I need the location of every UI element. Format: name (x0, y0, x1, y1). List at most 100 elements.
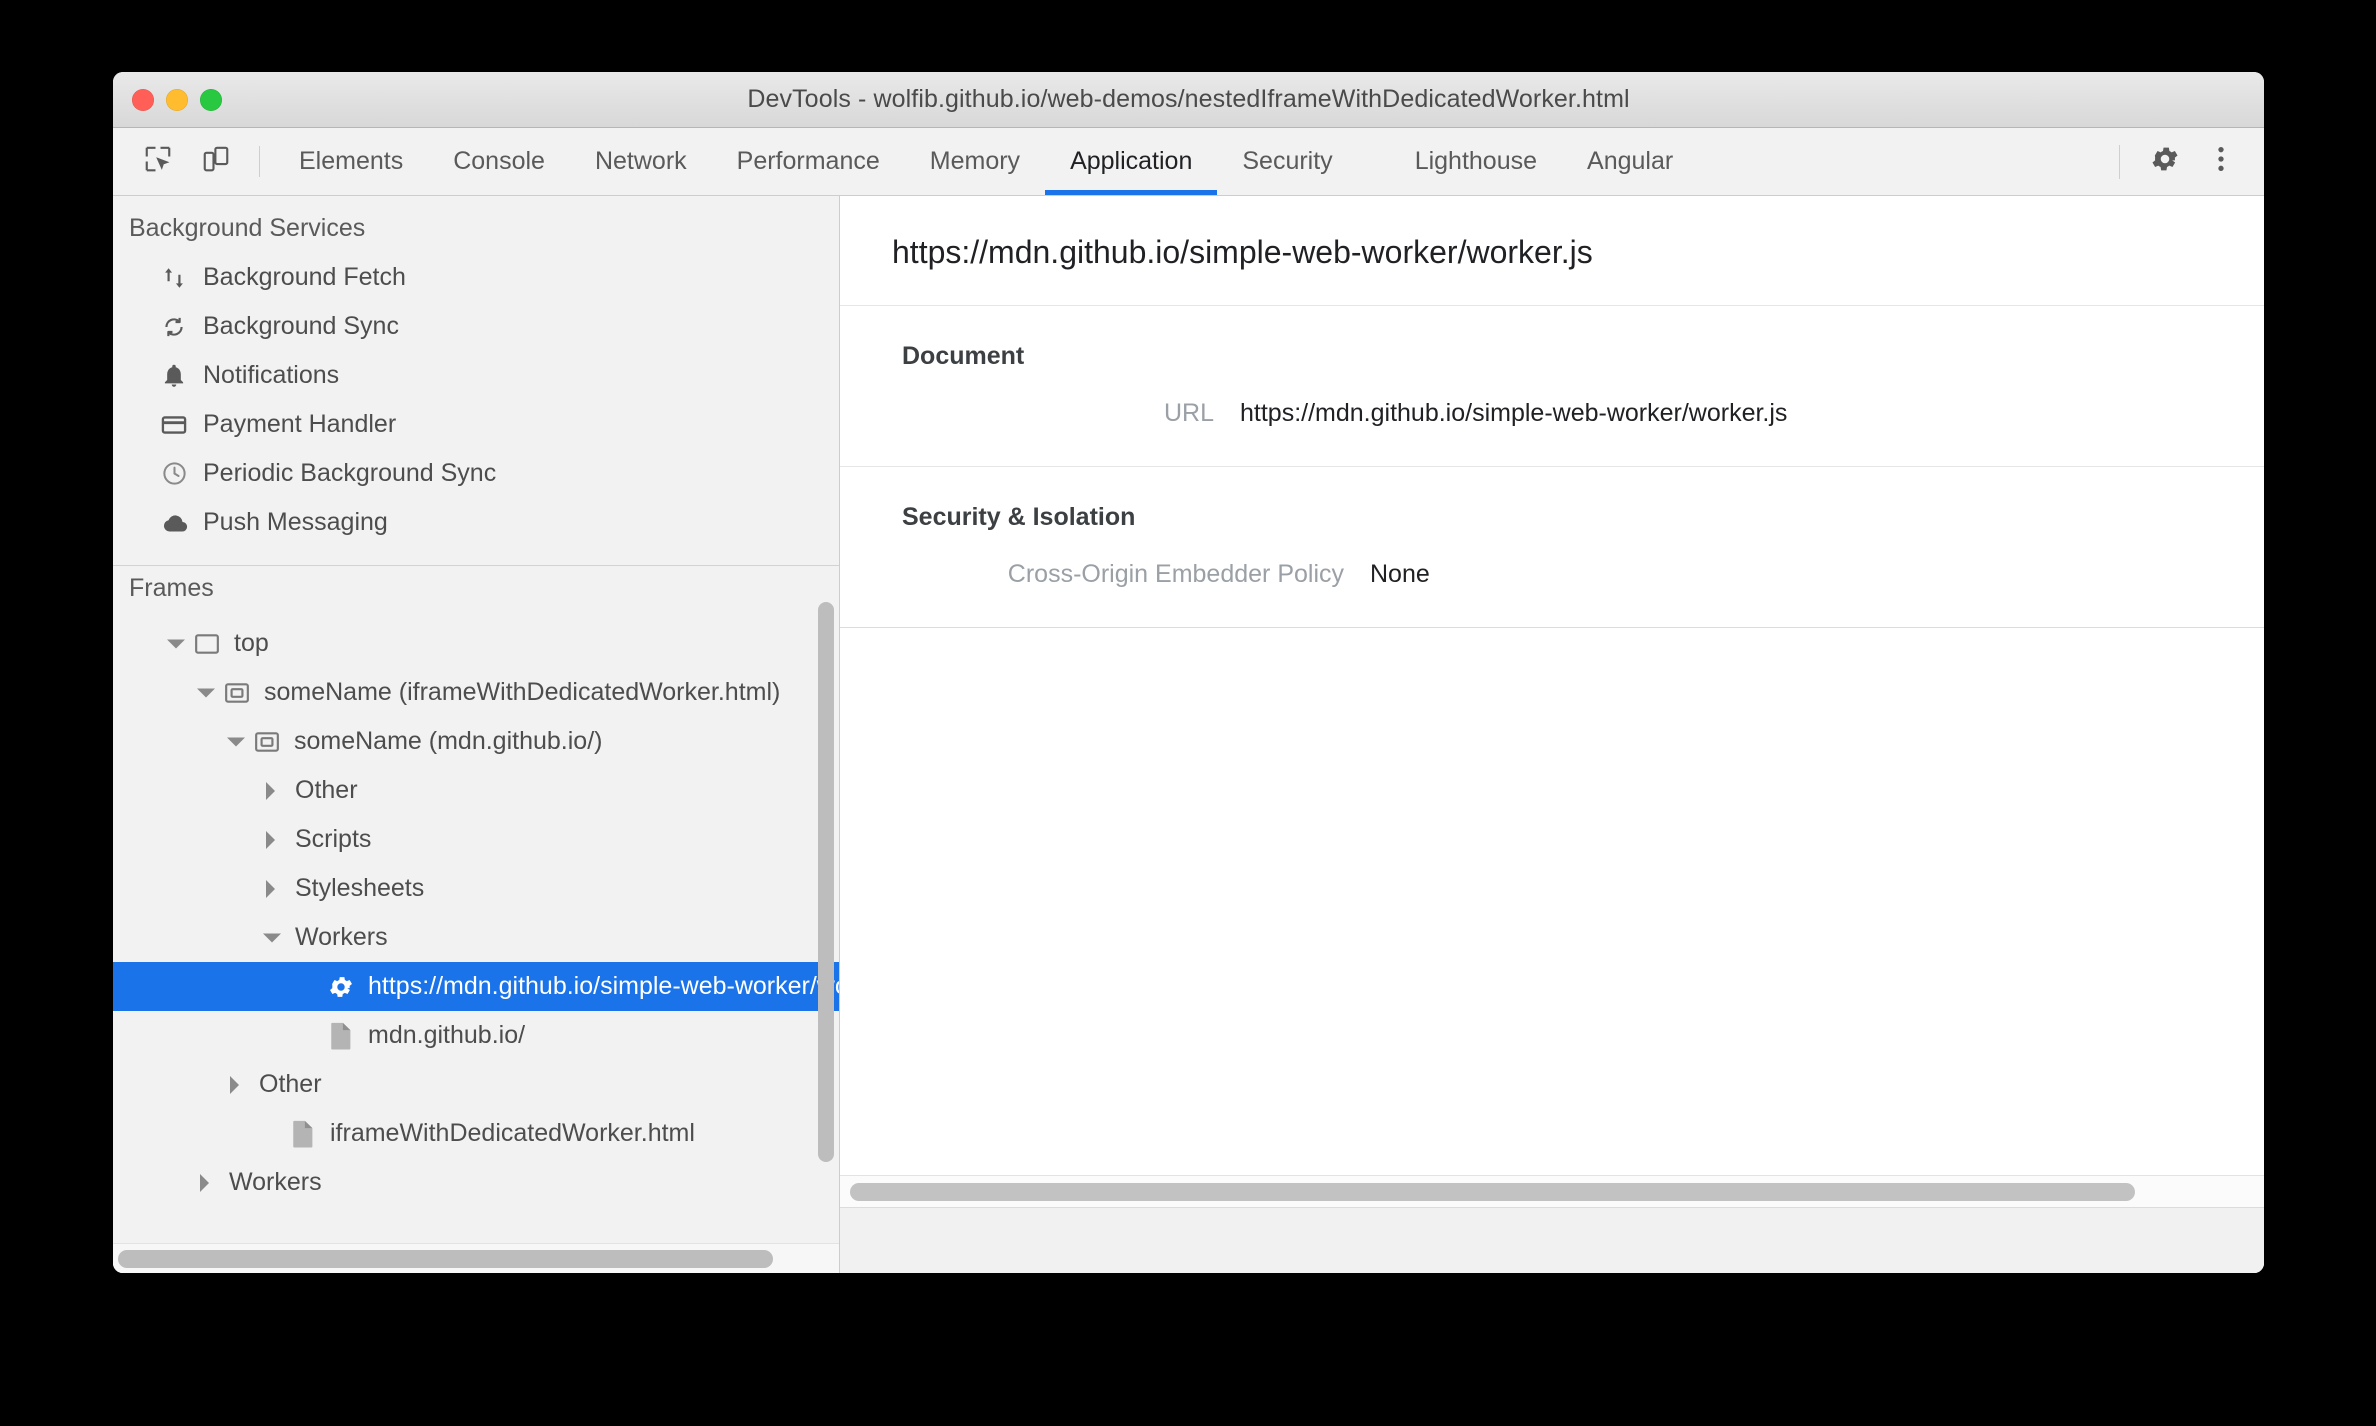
frames-vertical-scrollbar[interactable] (818, 574, 834, 1233)
tree-node-label: iframeWithDedicatedWorker.html (330, 1119, 695, 1147)
toolbar-divider (259, 146, 260, 177)
document-group-title: Document (902, 342, 1025, 370)
tab-elements-label: Elements (299, 147, 404, 175)
document-icon (287, 1119, 319, 1149)
tab-application-label: Application (1070, 147, 1193, 175)
toolbar-right-actions (2113, 128, 2264, 195)
sidebar-item-periodic-background-sync[interactable]: Periodic Background Sync (113, 449, 839, 498)
details-empty-area (840, 628, 2264, 1207)
sidebar-item-notifications[interactable]: Notifications (113, 351, 839, 400)
tree-node-label: Workers (295, 923, 388, 951)
tree-node-label: https://mdn.github.io/simple-web-worker/… (368, 972, 839, 1000)
tab-console-label: Console (453, 147, 545, 175)
security-isolation-group: Security & Isolation Cross-Origin Embedd… (840, 467, 2264, 627)
more-options-icon (2205, 143, 2237, 180)
frames-header: Frames (129, 574, 214, 602)
tree-node-other-outer[interactable]: Other (113, 1060, 839, 1109)
sidebar-item-label: Periodic Background Sync (203, 459, 497, 487)
screen: DevTools - wolfib.github.io/web-demos/ne… (0, 0, 2376, 1426)
panel-tabs: Elements Console Network Performance Mem… (274, 128, 2113, 195)
frame-details-card: https://mdn.github.io/simple-web-worker/… (840, 196, 2264, 628)
traffic-lights (132, 88, 222, 111)
field-url-value[interactable]: https://mdn.github.io/simple-web-worker/… (1240, 399, 1787, 428)
sidebar-horizontal-scrollbar[interactable] (113, 1243, 839, 1273)
sidebar-item-background-sync[interactable]: Background Sync (113, 302, 839, 351)
tree-node-label: Other (295, 776, 358, 804)
sidebar-item-label: Background Sync (203, 312, 399, 340)
tree-node-label: Stylesheets (295, 874, 425, 902)
tree-node-label: someName (iframeWithDedicatedWorker.html… (264, 678, 781, 706)
sync-refresh-icon (157, 313, 191, 341)
window-titlebar: DevTools - wolfib.github.io/web-demos/ne… (113, 72, 2264, 128)
background-services-header: Background Services (129, 214, 366, 242)
background-services-section: Background Services Background Fetch Bac… (113, 196, 839, 566)
credit-card-icon (157, 411, 191, 439)
tree-node-label: Scripts (295, 825, 372, 853)
tree-node-mdn-github-doc[interactable]: mdn.github.io/ (113, 1011, 839, 1060)
maximize-window-button[interactable] (200, 88, 222, 111)
tree-node-label: top (234, 629, 269, 657)
devtools-window: DevTools - wolfib.github.io/web-demos/ne… (113, 72, 2264, 1273)
tab-memory[interactable]: Memory (905, 128, 1045, 195)
tree-node-top[interactable]: top (113, 619, 839, 668)
tab-network[interactable]: Network (570, 128, 712, 195)
sidebar-item-label: Background Fetch (203, 263, 406, 291)
bell-icon (157, 362, 191, 390)
scrollbar-thumb[interactable] (818, 602, 834, 1162)
tree-node-scripts[interactable]: Scripts (113, 815, 839, 864)
inspect-element-icon (143, 144, 173, 179)
field-coep: Cross-Origin Embedder Policy None (840, 550, 2264, 599)
tree-node-other-inner[interactable]: Other (113, 766, 839, 815)
tree-node-label: Other (259, 1070, 322, 1098)
tab-application[interactable]: Application (1045, 128, 1218, 195)
frame-details-panel: https://mdn.github.io/simple-web-worker/… (840, 196, 2264, 1273)
tab-elements[interactable]: Elements (274, 128, 428, 195)
sidebar-item-push-messaging[interactable]: Push Messaging (113, 498, 839, 547)
tab-security[interactable]: Security (1217, 128, 1357, 195)
iframe-icon (221, 678, 253, 708)
field-coep-value: None (1370, 560, 1430, 588)
close-window-button[interactable] (132, 88, 154, 111)
arrows-up-down-icon (157, 264, 191, 292)
details-horizontal-scrollbar[interactable] (840, 1175, 2264, 1207)
scrollbar-thumb[interactable] (850, 1183, 2135, 1201)
document-icon (325, 1021, 357, 1051)
tree-node-worker-js[interactable]: https://mdn.github.io/simple-web-worker/… (113, 962, 839, 1011)
device-toolbar-icon (201, 144, 231, 179)
tree-node-workers-inner[interactable]: Workers (113, 913, 839, 962)
tab-performance-label: Performance (736, 147, 880, 175)
scrollbar-thumb[interactable] (118, 1250, 773, 1268)
tab-lighthouse-label: Lighthouse (1414, 147, 1538, 175)
tree-node-mdn-github-frame[interactable]: someName (mdn.github.io/) (113, 717, 839, 766)
inspect-element-button[interactable] (129, 128, 187, 195)
tab-console[interactable]: Console (428, 128, 570, 195)
tree-node-stylesheets[interactable]: Stylesheets (113, 864, 839, 913)
application-sidebar: Background Services Background Fetch Bac… (113, 196, 840, 1273)
tree-node-label: mdn.github.io/ (368, 1021, 526, 1049)
sidebar-item-background-fetch[interactable]: Background Fetch (113, 253, 839, 302)
security-isolation-group-title: Security & Isolation (902, 503, 1136, 531)
tree-node-iframe-html-doc[interactable]: iframeWithDedicatedWorker.html (113, 1109, 839, 1158)
tab-angular[interactable]: Angular (1562, 128, 1698, 195)
settings-button[interactable] (2140, 137, 2190, 187)
field-url-label: URL (1163, 399, 1214, 427)
window-title: DevTools - wolfib.github.io/web-demos/ne… (747, 85, 1630, 113)
sidebar-item-payment-handler[interactable]: Payment Handler (113, 400, 839, 449)
tree-node-label: someName (mdn.github.io/) (294, 727, 603, 755)
device-toolbar-button[interactable] (187, 128, 245, 195)
tab-lighthouse[interactable]: Lighthouse (1390, 128, 1562, 195)
tab-angular-label: Angular (1587, 147, 1674, 175)
sidebar-item-label: Payment Handler (203, 410, 397, 438)
cloud-icon (157, 509, 191, 537)
gear-icon (325, 972, 357, 1002)
minimize-window-button[interactable] (166, 88, 188, 111)
details-footer-strip (840, 1207, 2264, 1273)
page-title: https://mdn.github.io/simple-web-worker/… (840, 196, 2264, 306)
document-group: Document URL https://mdn.github.io/simpl… (840, 306, 2264, 467)
tree-node-workers-outer[interactable]: Workers (113, 1158, 839, 1207)
tree-node-iframe-dedicated-worker[interactable]: someName (iframeWithDedicatedWorker.html… (113, 668, 839, 717)
iframe-icon (251, 727, 283, 757)
tab-performance[interactable]: Performance (712, 128, 905, 195)
more-options-button[interactable] (2196, 137, 2246, 187)
tab-memory-label: Memory (929, 147, 1021, 175)
